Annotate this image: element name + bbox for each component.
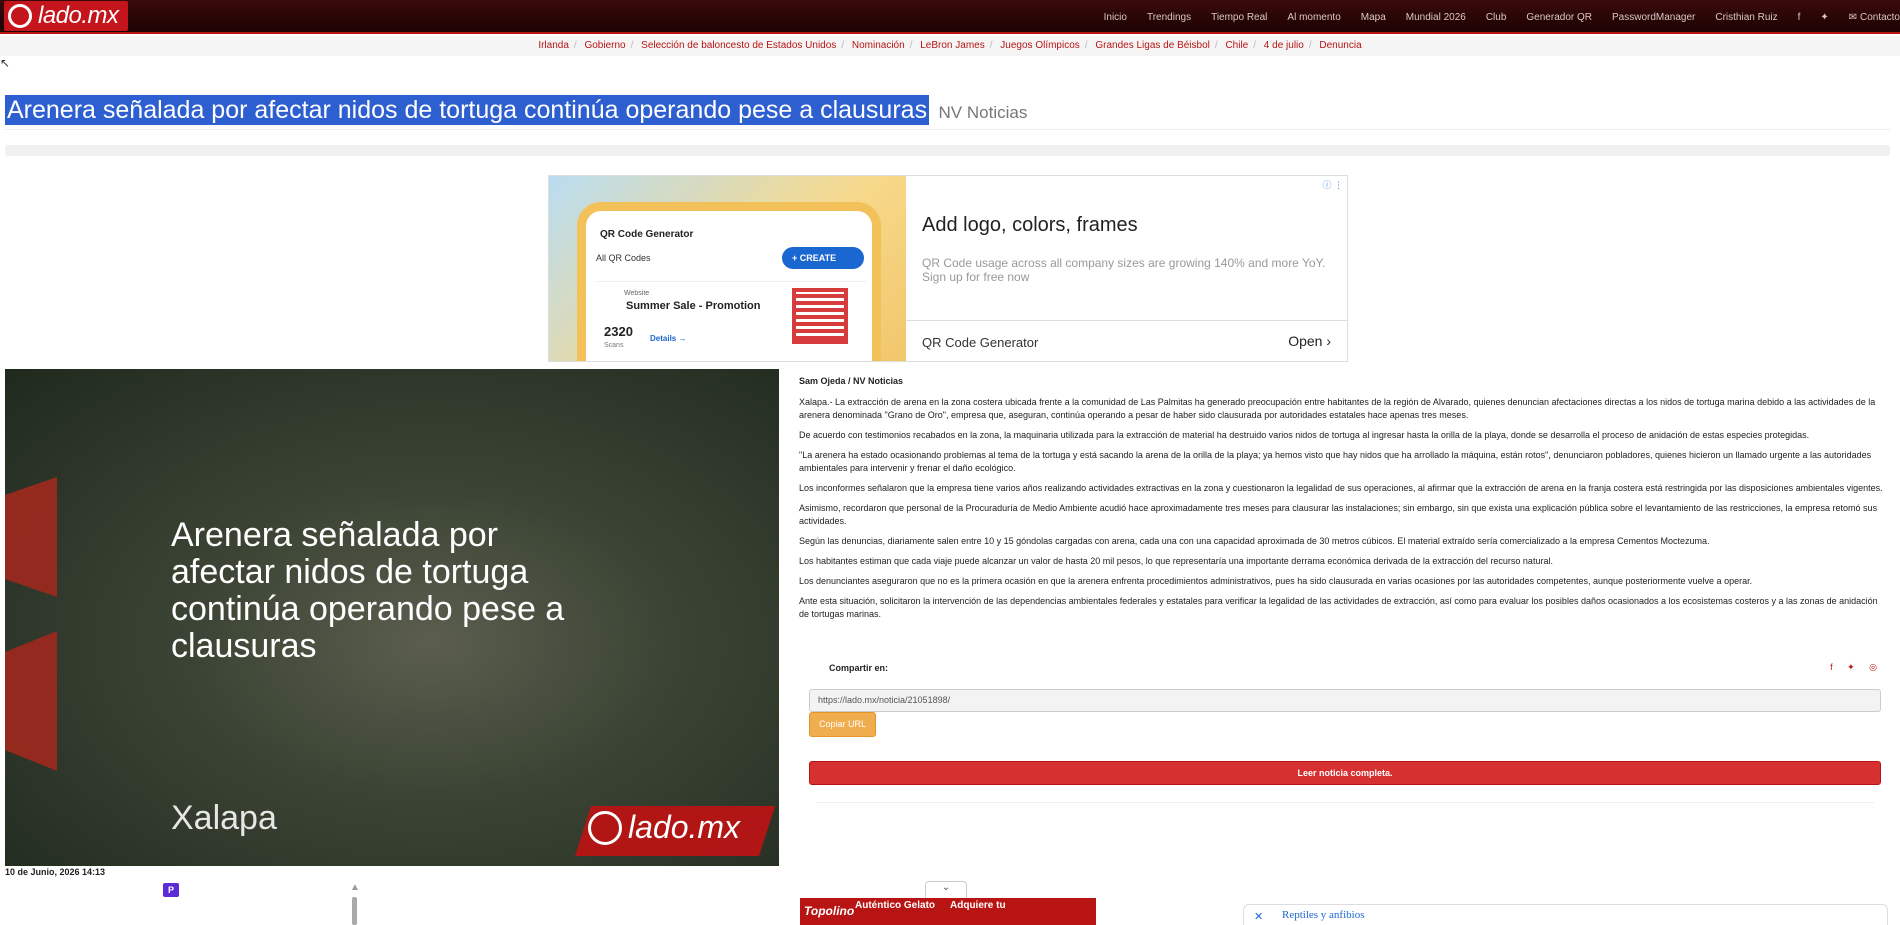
top-navbar: lado.mx Inicio Trendings Tiempo Real Al … xyxy=(0,0,1900,34)
article-paragraph: Los inconformes señalaron que la empresa… xyxy=(799,483,1883,493)
hero-red-shape xyxy=(5,631,57,771)
article-paragraph: Los habitantes estiman que cada viaje pu… xyxy=(799,556,1553,566)
ad-card-title: Summer Sale - Promotion xyxy=(626,300,761,312)
close-icon[interactable]: ✕ xyxy=(1254,910,1263,923)
tag-link[interactable]: LeBron James xyxy=(920,40,984,51)
tag-link[interactable]: Gobierno xyxy=(584,40,625,51)
tags-bar: Irlanda / Gobierno / Selección de balonces… xyxy=(0,36,1900,56)
bottom-ad-text: Auténtico Gelato xyxy=(855,900,936,911)
page-title: Arenera señalada por afectar nidos de to… xyxy=(5,95,930,125)
copy-url-button[interactable]: Copiar URL xyxy=(809,712,876,737)
nav-link-user[interactable]: Cristhian Ruiz xyxy=(1715,12,1777,23)
nav-link-contacto[interactable]: ✉ Contacto xyxy=(1849,12,1900,23)
tag-link[interactable]: Grandes Ligas de Béisbol xyxy=(1095,40,1210,51)
hero-logo-text: lado.mx xyxy=(628,809,741,845)
nav-links: Inicio Trendings Tiempo Real Al momento … xyxy=(1084,0,1900,34)
mouse-cursor-icon: ↖ xyxy=(0,56,11,70)
tag-link[interactable]: Irlanda xyxy=(538,40,569,51)
ad-card-type: Website xyxy=(624,290,650,297)
share-url-field[interactable]: https://lado.mx/noticia/21051898/ xyxy=(809,689,1881,712)
tag-link[interactable]: 4 de julio xyxy=(1264,40,1304,51)
article-paragraph: Los denunciantes aseguraron que no es la… xyxy=(799,576,1753,586)
placeholder-bar xyxy=(5,145,1890,156)
article-body: Sam Ojeda / NV Noticias Xalapa.- La extr… xyxy=(799,375,1884,628)
collapse-ad-button[interactable]: ⌄ xyxy=(925,881,967,898)
logo-circle-icon xyxy=(588,810,622,845)
tag-link[interactable]: Chile xyxy=(1225,40,1248,51)
article-paragraph: Según las denuncias, diariamente salen e… xyxy=(799,536,1710,546)
article-paragraph: De acuerdo con testimonios recabados en … xyxy=(799,430,1810,440)
article-paragraph: Xalapa.- La extracción de arena en la zo… xyxy=(799,397,1876,420)
ad-footer[interactable]: QR Code Generator Open › xyxy=(906,320,1347,361)
article-title-row: Arenera señalada por afectar nidos de to… xyxy=(5,95,1890,130)
nav-link-tiempo-real[interactable]: Tiempo Real xyxy=(1211,12,1267,23)
ad-qr-card: Website Summer Sale - Promotion 2320 Sca… xyxy=(596,281,866,361)
scrollbar-thumb[interactable] xyxy=(352,897,357,925)
ad-app-name: QR Code Generator xyxy=(600,229,694,240)
ad-info-icon[interactable]: ⓘ ⋮ xyxy=(1322,178,1343,191)
ad-create-button: + CREATE xyxy=(782,247,864,269)
read-full-news-button[interactable]: Leer noticia completa. xyxy=(809,761,1881,785)
nav-link-generador-qr[interactable]: Generador QR xyxy=(1526,12,1592,23)
ad-all-codes: All QR Codes xyxy=(596,253,651,263)
twitter-icon[interactable]: ✦ xyxy=(1820,12,1828,23)
nav-link-al-momento[interactable]: Al momento xyxy=(1287,12,1340,23)
article-paragraph: "La arenera ha estado ocasionando proble… xyxy=(799,450,1872,473)
share-label: Compartir en: xyxy=(829,663,889,673)
share-section: Compartir en: f ✦ ◎ https://lado.mx/noti… xyxy=(809,655,1883,815)
ad-description: QR Code usage across all company sizes a… xyxy=(922,256,1326,284)
article-author: Sam Ojeda / NV Noticias xyxy=(799,376,904,386)
nav-link-password-manager[interactable]: PasswordManager xyxy=(1612,12,1695,23)
article-paragraph: Asimismo, recordaron que personal de la … xyxy=(799,503,1878,526)
ad-brand: QR Code Generator xyxy=(922,335,1039,350)
nav-link-mapa[interactable]: Mapa xyxy=(1361,12,1386,23)
ad-open-button[interactable]: Open › xyxy=(1288,333,1331,349)
tag-link[interactable]: Juegos Olímpicos xyxy=(1000,40,1079,51)
ad-card-number: 2320 xyxy=(604,324,633,339)
featured-image: Arenera señalada por afectar nidos de to… xyxy=(5,369,779,866)
ad-banner[interactable]: QR Code Generator All QR Codes + CREATE … xyxy=(548,175,1348,362)
article-paragraph: Ante esta situación, solicitaron la inte… xyxy=(799,596,1878,619)
ad-card-details: Details → xyxy=(650,334,687,343)
tag-link[interactable]: Denuncia xyxy=(1319,40,1361,51)
scroll-up-icon[interactable]: ▲ xyxy=(350,882,360,893)
phone-mockup: QR Code Generator All QR Codes + CREATE … xyxy=(577,202,881,361)
related-widget[interactable]: ✕ Reptiles y anfibios xyxy=(1243,904,1888,925)
article-source: NV Noticias xyxy=(938,103,1028,122)
hero-title: Arenera señalada por afectar nidos de to… xyxy=(171,516,565,665)
article-date: 10 de Junio, 2026 14:13 xyxy=(5,867,106,877)
ad-image[interactable]: QR Code Generator All QR Codes + CREATE … xyxy=(549,176,906,361)
hero-logo: lado.mx xyxy=(588,809,740,846)
nav-link-inicio[interactable]: Inicio xyxy=(1104,12,1127,23)
related-label[interactable]: Reptiles y anfibios xyxy=(1282,909,1365,921)
nav-link-club[interactable]: Club xyxy=(1486,12,1507,23)
nav-link-trendings[interactable]: Trendings xyxy=(1147,12,1191,23)
tag-link[interactable]: Selección de baloncesto de Estados Unido… xyxy=(641,40,836,51)
facebook-icon[interactable]: f xyxy=(1798,12,1801,23)
ad-card-scans: Scans xyxy=(604,342,624,349)
contact-label: Contacto xyxy=(1859,11,1900,23)
hero-red-shape xyxy=(5,477,57,597)
site-logo[interactable]: lado.mx xyxy=(4,1,128,31)
tag-link[interactable]: Nominación xyxy=(852,40,905,51)
qr-code-icon xyxy=(792,288,848,344)
logo-circle-icon xyxy=(8,4,32,28)
bottom-ad-brand: Topolino xyxy=(804,904,855,918)
share-icons[interactable]: f ✦ ◎ xyxy=(1830,662,1883,673)
ad-headline[interactable]: Add logo, colors, frames xyxy=(922,214,1138,237)
bottom-ad-text: Adquiere tu xyxy=(950,900,1006,911)
logo-text: lado.mx xyxy=(38,2,119,29)
widget-icon[interactable]: P xyxy=(163,883,179,897)
bottom-ad-banner[interactable]: Topolino Auténtico Gelato Adquiere tu xyxy=(800,898,1096,925)
nav-link-mundial[interactable]: Mundial 2026 xyxy=(1406,12,1466,23)
hero-city: Xalapa xyxy=(171,799,277,837)
divider xyxy=(817,802,1874,803)
